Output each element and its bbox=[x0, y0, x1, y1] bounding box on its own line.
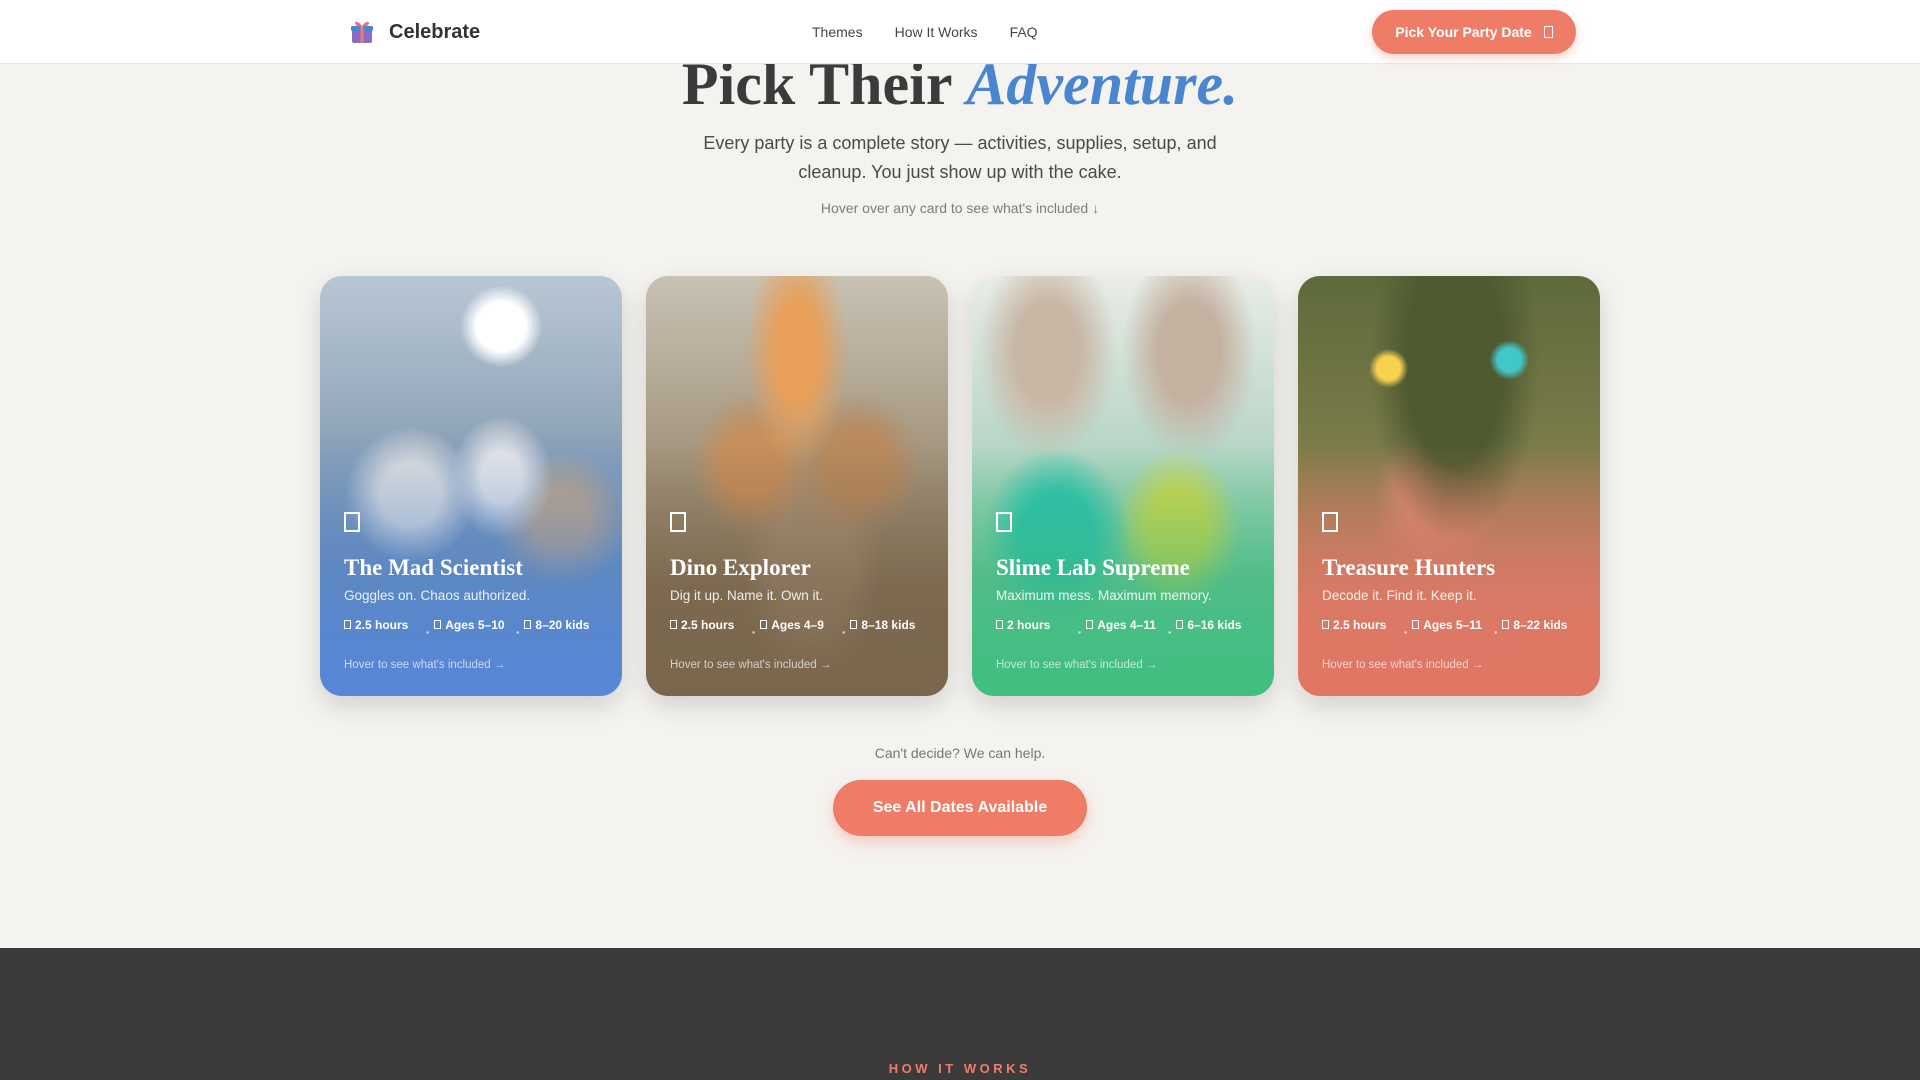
ages-meta: Ages 5–11 bbox=[1412, 617, 1490, 647]
main-nav: Themes How It Works FAQ bbox=[812, 0, 1038, 64]
dinosaur-icon bbox=[670, 512, 686, 532]
group-icon bbox=[850, 620, 858, 629]
droplet-icon bbox=[996, 512, 1012, 532]
pick-party-date-button[interactable]: Pick Your Party Date bbox=[1372, 10, 1576, 54]
help-text: Can't decide? We can help. bbox=[874, 745, 1046, 761]
nav-link-how-it-works[interactable]: How It Works bbox=[895, 24, 978, 40]
clock-icon bbox=[1322, 620, 1329, 629]
group-icon bbox=[1502, 620, 1510, 629]
kids-meta: 6–16 kids bbox=[1176, 617, 1254, 647]
group-icon bbox=[1176, 620, 1184, 629]
child-icon bbox=[760, 620, 768, 629]
duration-meta: 2 hours bbox=[996, 617, 1074, 647]
card-meta: 2.5 hours · Ages 4–9 · 8–18 kids bbox=[670, 617, 928, 647]
section-eyebrow: HOW IT WORKS bbox=[888, 1061, 1032, 1076]
flask-icon bbox=[344, 512, 360, 532]
card-title: The Mad Scientist bbox=[344, 555, 523, 580]
card-hover-hint: Hover to see what's included → bbox=[670, 659, 832, 671]
card-meta: 2 hours · Ages 4–11 · 6–16 kids bbox=[996, 617, 1254, 647]
nav-link-themes[interactable]: Themes bbox=[812, 24, 863, 40]
kids-meta: 8–18 kids bbox=[850, 617, 928, 647]
card-title: Treasure Hunters bbox=[1322, 555, 1496, 580]
theme-card-slime-lab[interactable]: Slime Lab Supreme Maximum mess. Maximum … bbox=[972, 276, 1274, 696]
card-hover-hint: Hover to see what's included → bbox=[996, 659, 1158, 671]
hover-hint: Hover over any card to see what's includ… bbox=[820, 200, 1100, 216]
theme-card-mad-scientist[interactable]: The Mad Scientist Goggles on. Chaos auth… bbox=[320, 276, 622, 696]
card-tagline: Dig it up. Name it. Own it. bbox=[670, 588, 824, 603]
duration-meta: 2.5 hours bbox=[1322, 617, 1400, 647]
calendar-icon bbox=[1543, 26, 1553, 38]
clock-icon bbox=[344, 620, 351, 629]
card-tagline: Goggles on. Chaos authorized. bbox=[344, 588, 531, 603]
ages-meta: Ages 4–11 bbox=[1086, 617, 1164, 647]
ages-meta: Ages 5–10 bbox=[434, 617, 512, 647]
pick-party-date-label: Pick Your Party Date bbox=[1395, 24, 1532, 40]
hero-subtitle: Every party is a complete story — activi… bbox=[703, 133, 1217, 182]
how-it-works-section: HOW IT WORKS bbox=[0, 948, 1920, 1080]
clock-icon bbox=[670, 620, 677, 629]
clock-icon bbox=[996, 620, 1003, 629]
treasure-map-icon bbox=[1322, 512, 1338, 532]
top-navigation-bar: Celebrate Themes How It Works FAQ Pick Y… bbox=[0, 0, 1920, 64]
child-icon bbox=[1412, 620, 1420, 629]
see-all-dates-button[interactable]: See All Dates Available bbox=[833, 780, 1087, 836]
card-hover-hint: Hover to see what's included → bbox=[344, 659, 506, 671]
card-meta: 2.5 hours · Ages 5–10 · 8–20 kids bbox=[344, 617, 602, 647]
theme-cards: The Mad Scientist Goggles on. Chaos auth… bbox=[320, 276, 1601, 696]
child-icon bbox=[1086, 620, 1094, 629]
brand-name: Celebrate bbox=[389, 20, 481, 43]
theme-card-dino-explorer[interactable]: Dino Explorer Dig it up. Name it. Own it… bbox=[646, 276, 948, 696]
kids-meta: 8–20 kids bbox=[524, 617, 602, 647]
duration-meta: 2.5 hours bbox=[344, 617, 422, 647]
brand[interactable]: Celebrate bbox=[347, 16, 480, 48]
gift-box-icon bbox=[351, 21, 373, 43]
ages-meta: Ages 4–9 bbox=[760, 617, 838, 647]
card-title: Slime Lab Supreme bbox=[996, 555, 1190, 580]
card-hover-hint: Hover to see what's included → bbox=[1322, 659, 1484, 671]
duration-meta: 2.5 hours bbox=[670, 617, 748, 647]
nav-link-faq[interactable]: FAQ bbox=[1010, 24, 1038, 40]
card-title: Dino Explorer bbox=[670, 555, 811, 580]
kids-meta: 8–22 kids bbox=[1502, 617, 1580, 647]
group-icon bbox=[524, 620, 532, 629]
card-meta: 2.5 hours · Ages 5–11 · 8–22 kids bbox=[1322, 617, 1580, 647]
child-icon bbox=[434, 620, 442, 629]
card-tagline: Maximum mess. Maximum memory. bbox=[996, 588, 1212, 603]
card-tagline: Decode it. Find it. Keep it. bbox=[1322, 588, 1477, 603]
theme-card-treasure-hunters[interactable]: Treasure Hunters Decode it. Find it. Kee… bbox=[1298, 276, 1600, 696]
